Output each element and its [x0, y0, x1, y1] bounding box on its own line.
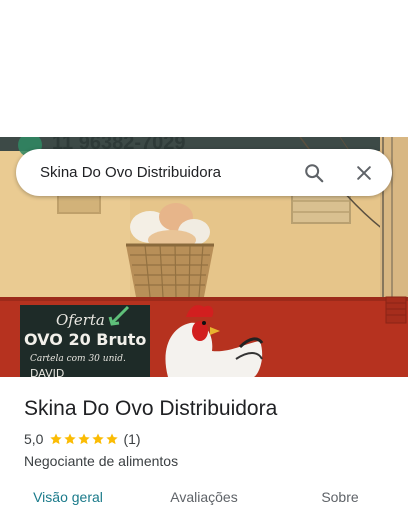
chalkboard-line1: Oferta: [56, 311, 105, 329]
tab-reviews[interactable]: Avaliações: [136, 480, 272, 514]
star-icon: [92, 433, 105, 445]
chalkboard-line2: OVO 20 Bruto: [24, 330, 146, 349]
place-info: Skina Do Ovo Distribuidora 5,0 (1) Negoc…: [24, 396, 394, 470]
star-icon: [78, 433, 91, 445]
rating-row[interactable]: 5,0 (1): [24, 430, 394, 448]
clear-search-button[interactable]: [344, 153, 384, 193]
place-panel: 11 96382-7029 Oferta OVO 20 Bruto Cartel…: [0, 0, 408, 514]
map-area-blank: [0, 0, 408, 137]
search-input[interactable]: Skina Do Ovo Distribuidora: [40, 164, 294, 181]
chalkboard-line4: DAVID: [30, 367, 64, 377]
star-icon: [64, 433, 77, 445]
star-rating: [49, 432, 119, 446]
place-title: Skina Do Ovo Distribuidora: [24, 397, 278, 420]
search-box[interactable]: Skina Do Ovo Distribuidora: [16, 149, 392, 196]
search-button[interactable]: [294, 153, 334, 193]
tab-about[interactable]: Sobre: [272, 480, 408, 514]
close-icon: [357, 165, 371, 180]
chalkboard-sign: Oferta OVO 20 Bruto Cartela com 30 unid.…: [20, 305, 150, 377]
place-category[interactable]: Negociante de alimentos: [24, 452, 394, 470]
star-icon: [50, 433, 63, 445]
tab-overview[interactable]: Visão geral: [0, 480, 136, 514]
place-tabs: Visão geral Avaliações Sobre: [0, 480, 408, 514]
chalkboard-line3: Cartela com 30 unid.: [30, 354, 126, 364]
review-count-link[interactable]: (1): [123, 431, 140, 447]
search-icon: [305, 163, 324, 182]
star-icon: [106, 433, 119, 445]
rating-value: 5,0: [24, 431, 44, 447]
